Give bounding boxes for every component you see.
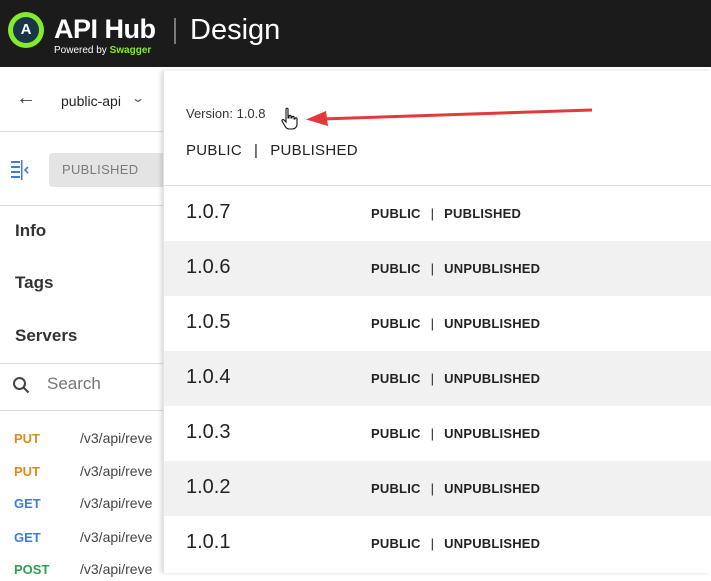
status-separator: |	[430, 481, 435, 496]
collapse-sidebar-icon[interactable]	[10, 159, 30, 181]
version-status: PUBLIC | PUBLISHED	[371, 206, 521, 221]
section-title: Design	[190, 14, 281, 46]
endpoint-row[interactable]: PUT/v3/api/reve	[14, 463, 152, 483]
status-separator: |	[430, 206, 435, 221]
visibility-text: PUBLIC	[186, 142, 242, 159]
method-badge: PUT	[14, 431, 40, 446]
method-badge: GET	[14, 530, 41, 545]
nav-item-tags[interactable]: Tags	[15, 273, 53, 293]
endpoint-row[interactable]: GET/v3/api/reve	[14, 529, 152, 549]
endpoint-row[interactable]: GET/v3/api/reve	[14, 495, 152, 515]
api-hub-logo-icon[interactable]: A	[8, 12, 44, 48]
sidebar-divider	[0, 131, 163, 132]
publish-state-text: UNPUBLISHED	[444, 261, 541, 276]
annotation-arrow-icon	[306, 108, 593, 126]
publish-state-text: UNPUBLISHED	[444, 481, 541, 496]
endpoint-path: /v3/api/reve	[80, 430, 153, 446]
version-status: PUBLIC | UNPUBLISHED	[371, 316, 540, 331]
sidebar-divider	[0, 205, 163, 206]
status-separator: |	[430, 371, 435, 386]
current-version-label: Version: 1.0.8	[186, 106, 266, 121]
method-badge: PUT	[14, 464, 40, 479]
status-separator: |	[254, 142, 259, 159]
status-separator: |	[430, 261, 435, 276]
version-status: PUBLIC | UNPUBLISHED	[371, 371, 540, 386]
version-number: 1.0.3	[186, 421, 231, 443]
status-pill[interactable]: PUBLISHED	[49, 153, 169, 187]
version-status: PUBLIC | UNPUBLISHED	[371, 536, 540, 551]
status-separator: |	[430, 316, 435, 331]
publish-state-text: UNPUBLISHED	[444, 316, 541, 331]
version-number: 1.0.2	[186, 476, 231, 498]
api-selector[interactable]: public-api	[61, 93, 121, 109]
logo-letter: A	[13, 17, 39, 43]
endpoint-row[interactable]: POST/v3/api/reve	[14, 561, 152, 581]
visibility-text: PUBLIC	[371, 426, 421, 441]
version-option[interactable]: 1.0.7 PUBLIC | PUBLISHED	[164, 186, 711, 241]
version-option[interactable]: 1.0.4 PUBLIC | UNPUBLISHED	[164, 351, 711, 406]
method-badge: POST	[14, 562, 50, 577]
nav-item-servers[interactable]: Servers	[15, 326, 77, 346]
top-bar: A API Hub Powered by Swagger Design	[0, 0, 711, 67]
status-separator: |	[430, 426, 435, 441]
version-dropdown: Version: 1.0.8 PUBLIC | PUBLISHED 1.0.7 PU…	[163, 71, 711, 573]
nav-item-info[interactable]: Info	[15, 221, 46, 241]
version-option[interactable]: 1.0.2 PUBLIC | UNPUBLISHED	[164, 461, 711, 516]
powered-prefix: Powered by	[54, 45, 107, 56]
version-status: PUBLIC | UNPUBLISHED	[371, 481, 540, 496]
sidebar: ← public-api ⌄ PUBLISHED Info Tags Serve…	[0, 67, 169, 577]
endpoint-path: /v3/api/reve	[80, 495, 153, 511]
visibility-text: PUBLIC	[371, 316, 421, 331]
brand-title[interactable]: API Hub	[54, 14, 156, 45]
version-number: 1.0.5	[186, 311, 231, 333]
sidebar-divider	[0, 363, 163, 364]
publish-state-text: UNPUBLISHED	[444, 371, 541, 386]
visibility-text: PUBLIC	[371, 261, 421, 276]
visibility-text: PUBLIC	[371, 481, 421, 496]
header-divider	[174, 18, 176, 44]
version-option[interactable]: 1.0.3 PUBLIC | UNPUBLISHED	[164, 406, 711, 461]
publish-state-text: PUBLISHED	[270, 142, 358, 159]
endpoint-path: /v3/api/reve	[80, 529, 153, 545]
powered-brand: Swagger	[109, 45, 152, 56]
sidebar-divider	[0, 410, 163, 411]
powered-by: Powered by Swagger	[54, 45, 151, 56]
version-status: PUBLIC | UNPUBLISHED	[371, 261, 540, 276]
endpoint-path: /v3/api/reve	[80, 561, 153, 577]
endpoint-row[interactable]: PUT/v3/api/reve	[14, 430, 152, 450]
version-option[interactable]: 1.0.1 PUBLIC | UNPUBLISHED	[164, 516, 711, 571]
back-arrow-icon[interactable]: ←	[16, 87, 36, 110]
version-list: 1.0.7 PUBLIC | PUBLISHED 1.0.6 PUBLIC | UNPU…	[164, 186, 711, 571]
endpoint-path: /v3/api/reve	[80, 463, 153, 479]
version-number: 1.0.7	[186, 201, 231, 223]
chevron-down-icon[interactable]: ⌄	[131, 91, 145, 105]
publish-state-text: UNPUBLISHED	[444, 536, 541, 551]
version-option[interactable]: 1.0.5 PUBLIC | UNPUBLISHED	[164, 296, 711, 351]
publish-state-text: UNPUBLISHED	[444, 426, 541, 441]
version-status: PUBLIC | UNPUBLISHED	[371, 426, 540, 441]
version-number: 1.0.4	[186, 366, 231, 388]
search-input[interactable]	[47, 374, 157, 394]
visibility-text: PUBLIC	[371, 371, 421, 386]
version-number: 1.0.6	[186, 256, 231, 278]
search-icon	[13, 377, 30, 394]
hand-cursor-icon	[281, 107, 298, 130]
current-version-status: PUBLIC | PUBLISHED	[186, 142, 358, 159]
version-number: 1.0.1	[186, 531, 231, 553]
visibility-text: PUBLIC	[371, 206, 421, 221]
method-badge: GET	[14, 496, 41, 511]
publish-state-text: PUBLISHED	[444, 206, 522, 221]
version-option[interactable]: 1.0.6 PUBLIC | UNPUBLISHED	[164, 241, 711, 296]
visibility-text: PUBLIC	[371, 536, 421, 551]
status-separator: |	[430, 536, 435, 551]
